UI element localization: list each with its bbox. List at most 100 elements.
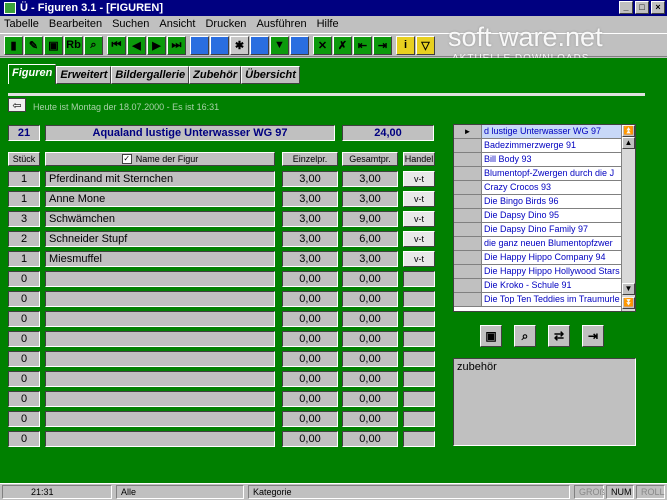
- list-item[interactable]: ► d lustige Unterwasser WG 97: [454, 125, 622, 139]
- name-field[interactable]: [45, 431, 275, 447]
- list-item[interactable]: Die Dapsy Dino 95: [454, 209, 622, 223]
- tab-figuren[interactable]: Figuren: [8, 64, 57, 84]
- unit-price-field[interactable]: 0,00: [282, 371, 338, 387]
- scroll-top-icon[interactable]: ⏫: [622, 125, 635, 137]
- import-icon[interactable]: ⇥: [373, 35, 392, 55]
- handel-button[interactable]: [403, 271, 435, 287]
- handel-button[interactable]: [403, 331, 435, 347]
- tab-erweitert[interactable]: Erweitert: [56, 66, 112, 84]
- menu-ausfuehren[interactable]: Ausführen: [256, 18, 306, 30]
- show-icon[interactable]: ▣: [480, 325, 502, 347]
- unit-price-field[interactable]: 3,00: [282, 171, 338, 187]
- qty-field[interactable]: 0: [8, 411, 40, 427]
- next-record-icon[interactable]: ▶: [147, 35, 166, 55]
- scroll-up-icon[interactable]: ▲: [622, 137, 635, 149]
- last-record-icon[interactable]: ⏭: [167, 35, 186, 55]
- unit-price-field[interactable]: 3,00: [282, 191, 338, 207]
- cross-icon[interactable]: ✕: [313, 35, 332, 55]
- handel-button[interactable]: [403, 431, 435, 447]
- tab-uebersicht[interactable]: Übersicht: [241, 66, 300, 84]
- minimize-button[interactable]: _: [619, 1, 633, 14]
- handel-button[interactable]: [403, 351, 435, 367]
- menu-ansicht[interactable]: Ansicht: [159, 18, 195, 30]
- unit-price-field[interactable]: 0,00: [282, 331, 338, 347]
- print-icon[interactable]: ▣: [44, 35, 63, 55]
- qty-field[interactable]: 3: [8, 211, 40, 227]
- prev-record-icon[interactable]: ◀: [127, 35, 146, 55]
- set-list-scrollbar[interactable]: ⏫ ▲ ▼ ⏬: [621, 125, 635, 311]
- name-field[interactable]: [45, 371, 275, 387]
- list-item[interactable]: Die Dapsy Dino Family 97: [454, 223, 622, 237]
- star-icon[interactable]: ✱: [230, 35, 249, 55]
- view-button-2[interactable]: [210, 35, 229, 55]
- menu-bearbeiten[interactable]: Bearbeiten: [49, 18, 102, 30]
- maximize-button[interactable]: □: [635, 1, 649, 14]
- list-item[interactable]: Die Happy Hippo Hollywood Stars: [454, 265, 622, 279]
- name-field[interactable]: [45, 351, 275, 367]
- info-button[interactable]: i: [396, 35, 415, 55]
- qty-field[interactable]: 0: [8, 291, 40, 307]
- export-icon[interactable]: ⇤: [353, 35, 372, 55]
- menu-hilfe[interactable]: Hilfe: [317, 18, 339, 30]
- handel-button[interactable]: [403, 391, 435, 407]
- name-field[interactable]: Pferdinand mit Sternchen: [45, 171, 275, 187]
- list-item[interactable]: Die Happy Hippo Company 94: [454, 251, 622, 265]
- edit-icon[interactable]: ✎: [24, 35, 43, 55]
- list-item[interactable]: Die Kroko - Schule 91: [454, 279, 622, 293]
- close-button[interactable]: ×: [651, 1, 665, 14]
- unit-price-field[interactable]: 0,00: [282, 311, 338, 327]
- unit-price-field[interactable]: 3,00: [282, 251, 338, 267]
- name-field[interactable]: Anne Mone: [45, 191, 275, 207]
- qty-field[interactable]: 0: [8, 271, 40, 287]
- unit-price-field[interactable]: 3,00: [282, 211, 338, 227]
- unit-price-field[interactable]: 0,00: [282, 431, 338, 447]
- view-button-1[interactable]: [190, 35, 209, 55]
- qty-field[interactable]: 0: [8, 311, 40, 327]
- name-field[interactable]: [45, 411, 275, 427]
- qty-field[interactable]: 1: [8, 251, 40, 267]
- menu-suchen[interactable]: Suchen: [112, 18, 149, 30]
- search-icon[interactable]: ⌕: [84, 35, 103, 55]
- unit-price-field[interactable]: 3,00: [282, 231, 338, 247]
- qty-field[interactable]: 0: [8, 331, 40, 347]
- first-record-icon[interactable]: ⏮: [107, 35, 126, 55]
- down-arrow-icon[interactable]: ▼: [270, 35, 289, 55]
- delete-icon[interactable]: ✗: [333, 35, 352, 55]
- menu-drucken[interactable]: Drucken: [205, 18, 246, 30]
- name-field[interactable]: [45, 331, 275, 347]
- handel-button[interactable]: v-t: [403, 191, 435, 207]
- name-field[interactable]: [45, 391, 275, 407]
- qty-field[interactable]: 0: [8, 391, 40, 407]
- handel-button[interactable]: [403, 291, 435, 307]
- rb-button[interactable]: Rb: [64, 35, 83, 55]
- name-field[interactable]: Miesmuffel: [45, 251, 275, 267]
- qty-field[interactable]: 2: [8, 231, 40, 247]
- handel-button[interactable]: [403, 311, 435, 327]
- tab-bildergallerie[interactable]: Bildergallerie: [111, 66, 190, 84]
- list-item[interactable]: die ganz neuen Blumentopfzwer: [454, 237, 622, 251]
- list-item[interactable]: Blumentopf-Zwergen durch die J: [454, 167, 622, 181]
- name-field[interactable]: Schwämchen: [45, 211, 275, 227]
- list-item[interactable]: Badezimmerzwerge 91: [454, 139, 622, 153]
- handel-button[interactable]: v-t: [403, 251, 435, 267]
- qty-field[interactable]: 0: [8, 371, 40, 387]
- unit-price-field[interactable]: 0,00: [282, 391, 338, 407]
- handel-button[interactable]: v-t: [403, 211, 435, 227]
- unit-price-field[interactable]: 0,00: [282, 411, 338, 427]
- tab-zubehoer[interactable]: Zubehör: [189, 66, 242, 84]
- handel-button[interactable]: v-t: [403, 231, 435, 247]
- handel-button[interactable]: [403, 411, 435, 427]
- list-item[interactable]: Die Top Ten Teddies im Traumurle: [454, 293, 622, 307]
- name-field[interactable]: [45, 311, 275, 327]
- name-field[interactable]: [45, 271, 275, 287]
- search-icon[interactable]: ⌕: [514, 325, 536, 347]
- list-item[interactable]: Bill Body 93: [454, 153, 622, 167]
- select-all-checkbox[interactable]: ✓: [121, 154, 132, 164]
- view-button-3[interactable]: [250, 35, 269, 55]
- filter-icon[interactable]: ▽: [416, 35, 435, 55]
- list-item[interactable]: Crazy Crocos 93: [454, 181, 622, 195]
- handel-button[interactable]: v-t: [403, 171, 435, 187]
- back-arrow-icon[interactable]: ⇦: [8, 98, 26, 112]
- handel-button[interactable]: [403, 371, 435, 387]
- exit-icon[interactable]: ⇥: [582, 325, 604, 347]
